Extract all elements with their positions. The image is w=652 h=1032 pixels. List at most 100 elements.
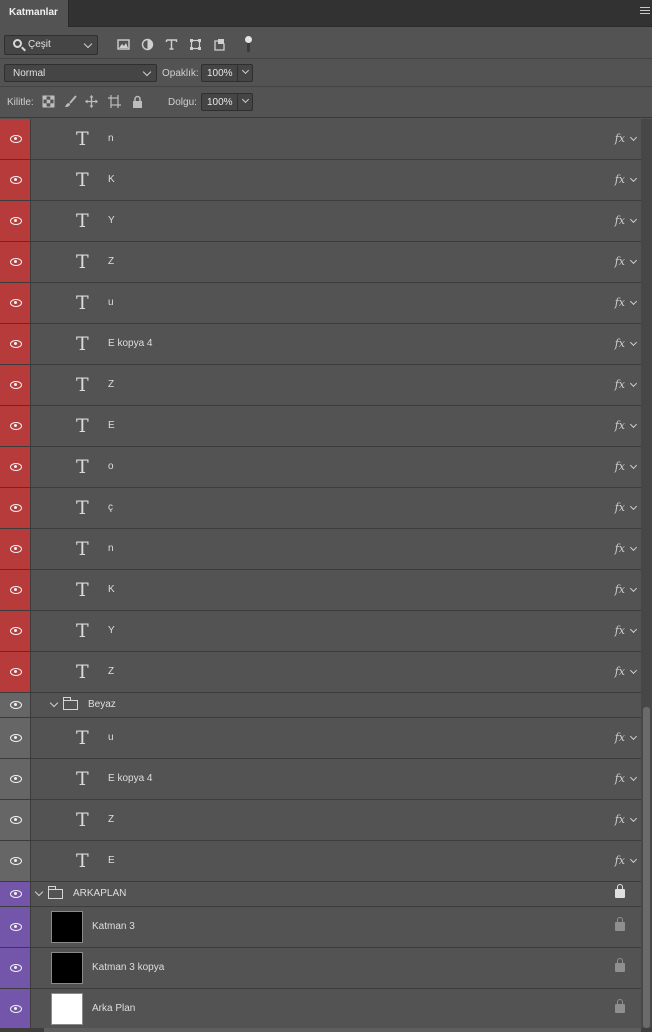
visibility-cell[interactable] [0,907,31,947]
eye-visibility-icon[interactable] [10,816,22,824]
visibility-cell[interactable] [0,882,31,906]
layer-row[interactable]: T Yfx [0,201,641,242]
layer-row[interactable]: Tu fx [0,283,641,324]
visibility-cell[interactable] [0,989,31,1028]
layer-row[interactable]: T Efx [0,841,641,882]
fx-effects-icon[interactable]: fx [615,337,625,350]
horizontal-scrollbar-thumb[interactable] [44,1028,641,1032]
layer-name[interactable]: Y [108,625,115,637]
fx-effects-icon[interactable]: fx [615,419,625,432]
eye-visibility-icon[interactable] [10,627,22,635]
chevron-down-icon[interactable] [629,666,638,675]
layer-row[interactable]: Tn fx [0,119,641,160]
chevron-down-icon[interactable] [629,543,638,552]
layer-row[interactable]: T Kfx [0,160,641,201]
type-filter-icon[interactable] [165,38,178,51]
eye-visibility-icon[interactable] [10,504,22,512]
lock-pixels-brush-icon[interactable] [64,95,77,108]
vertical-scrollbar[interactable] [641,119,652,1028]
layer-row[interactable]: T Kfx [0,570,641,611]
chevron-down-icon[interactable] [241,66,250,75]
layer-row[interactable]: Katman 3 kopya [0,948,641,989]
eye-visibility-icon[interactable] [10,381,22,389]
layer-name[interactable]: Y [108,215,115,227]
layer-name[interactable]: ç [108,502,113,514]
eye-visibility-icon[interactable] [10,299,22,307]
layer-row[interactable]: T Zfx [0,365,641,406]
visibility-cell[interactable] [0,948,31,988]
blend-mode-select[interactable]: Normal [4,64,157,82]
layer-name[interactable]: Z [108,814,114,826]
eye-visibility-icon[interactable] [10,176,22,184]
layer-row[interactable]: T Zfx [0,652,641,693]
layer-name[interactable]: Z [108,666,114,678]
layer-row[interactable]: Tu fx [0,718,641,759]
fx-effects-icon[interactable]: fx [615,296,625,309]
visibility-cell[interactable] [0,201,31,241]
visibility-cell[interactable] [0,611,31,651]
fx-effects-icon[interactable]: fx [615,132,625,145]
layer-name[interactable]: Z [108,379,114,391]
fx-effects-icon[interactable]: fx [615,583,625,596]
fx-effects-icon[interactable]: fx [615,665,625,678]
eye-visibility-icon[interactable] [10,668,22,676]
visibility-cell[interactable] [0,718,31,758]
fx-effects-icon[interactable]: fx [615,378,625,391]
visibility-cell[interactable] [0,570,31,610]
chevron-down-icon[interactable] [629,379,638,388]
opacity-field[interactable]: 100% [201,64,253,82]
layer-name[interactable]: E kopya 4 [108,338,152,350]
eye-visibility-icon[interactable] [10,964,22,972]
eye-visibility-icon[interactable] [10,923,22,931]
visibility-cell[interactable] [0,406,31,446]
layer-row[interactable]: T E kopya 4 fx [0,324,641,365]
lock-position-move-icon[interactable] [85,95,98,108]
layer-thumbnail[interactable] [51,993,83,1025]
chevron-down-icon[interactable] [629,502,638,511]
visibility-cell[interactable] [0,283,31,323]
fx-effects-icon[interactable]: fx [615,255,625,268]
chevron-down-icon[interactable] [629,773,638,782]
horizontal-scrollbar[interactable] [0,1028,652,1032]
chevron-down-icon[interactable] [629,625,638,634]
chevron-down-icon[interactable] [629,174,638,183]
filter-toggle-switch[interactable] [245,36,252,52]
hamburger-menu-icon[interactable] [640,7,650,17]
shape-filter-icon[interactable] [189,38,202,51]
fx-effects-icon[interactable]: fx [615,214,625,227]
layer-row[interactable]: To fx [0,447,641,488]
smart-object-filter-icon[interactable] [213,38,226,51]
lock-all-icon[interactable] [131,95,144,108]
chevron-down-icon[interactable] [629,461,638,470]
chevron-down-icon[interactable] [34,887,44,897]
adjustment-filter-icon[interactable] [141,38,154,51]
layer-name[interactable]: K [108,584,115,596]
tab-layers[interactable]: Katmanlar [0,0,69,27]
visibility-cell[interactable] [0,800,31,840]
eye-visibility-icon[interactable] [10,586,22,594]
image-filter-icon[interactable] [117,38,130,51]
layer-name[interactable]: Katman 3 kopya [92,962,164,974]
group-name[interactable]: ARKAPLAN [73,888,126,900]
layer-name[interactable]: E [108,855,115,867]
layer-name[interactable]: o [108,461,114,473]
visibility-cell[interactable] [0,652,31,692]
layer-row[interactable]: Tn fx [0,529,641,570]
layer-name[interactable]: n [108,133,114,145]
chevron-down-icon[interactable] [629,133,638,142]
visibility-cell[interactable] [0,324,31,364]
lock-transparency-icon[interactable] [42,95,55,108]
visibility-cell[interactable] [0,759,31,799]
layer-name[interactable]: u [108,732,114,744]
layer-name[interactable]: Katman 3 [92,921,135,933]
visibility-cell[interactable] [0,160,31,200]
chevron-down-icon[interactable] [629,420,638,429]
scrollbar-thumb[interactable] [643,707,650,1028]
layer-row[interactable]: T Efx [0,406,641,447]
eye-visibility-icon[interactable] [10,545,22,553]
layer-thumbnail[interactable] [51,952,83,984]
chevron-down-icon[interactable] [629,215,638,224]
filter-kind-select[interactable]: Çeşit [4,35,98,55]
eye-visibility-icon[interactable] [10,258,22,266]
layer-name[interactable]: u [108,297,114,309]
